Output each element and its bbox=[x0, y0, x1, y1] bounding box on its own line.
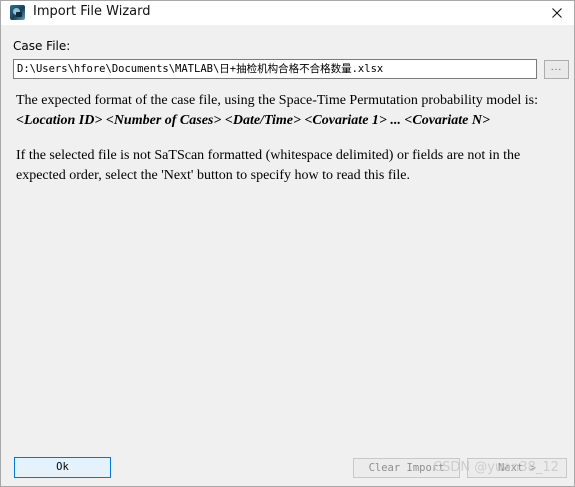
close-icon bbox=[552, 8, 562, 18]
instructions-text: If the selected file is not SaTScan form… bbox=[16, 148, 521, 183]
close-button[interactable] bbox=[540, 1, 574, 25]
case-file-input[interactable]: D:\Users\hfore\Documents\MATLAB\日+抽检机构合格… bbox=[13, 59, 537, 79]
title-bar: Import File Wizard bbox=[1, 1, 574, 25]
window-title: Import File Wizard bbox=[33, 4, 151, 19]
satscan-app-icon bbox=[10, 5, 25, 20]
format-intro-text: The expected format of the case file, us… bbox=[16, 93, 539, 108]
case-file-label: Case File: bbox=[13, 39, 71, 53]
browse-button[interactable]: ... bbox=[544, 60, 569, 79]
expected-format-text: <Location ID> <Number of Cases> <Date/Ti… bbox=[16, 113, 490, 128]
watermark: CSDN @yuan38_12 bbox=[433, 460, 559, 475]
import-file-wizard-window: Import File Wizard Case File: D:\Users\h… bbox=[0, 0, 575, 487]
ok-button[interactable]: Ok bbox=[14, 457, 111, 478]
